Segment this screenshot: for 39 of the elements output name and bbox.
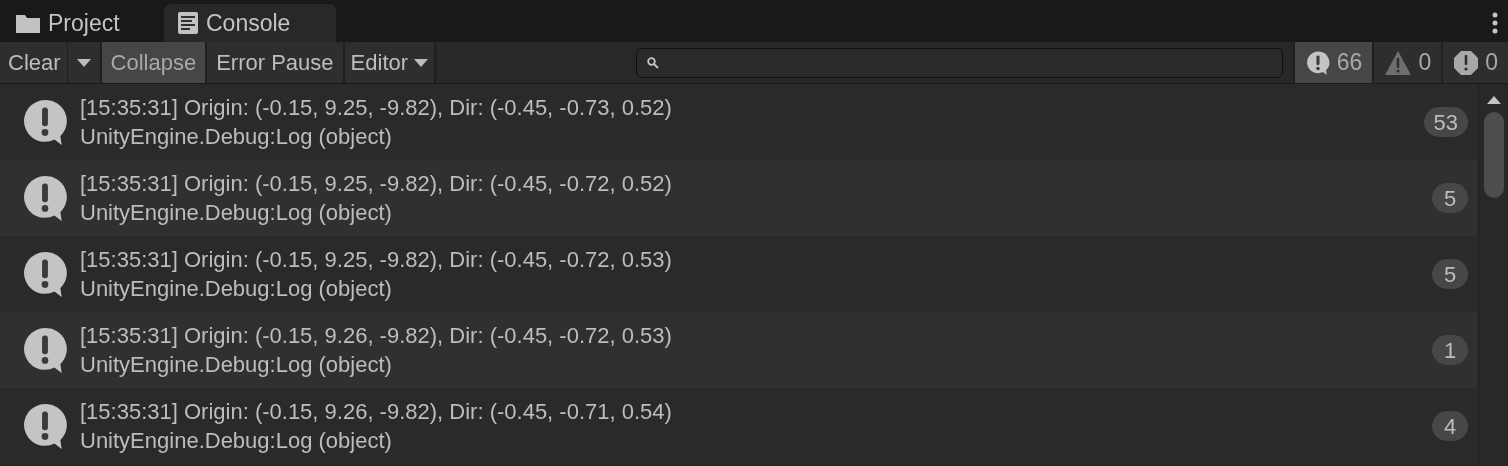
caret-icon — [76, 58, 91, 67]
toggle-button[interactable]: Error Pause — [207, 42, 345, 83]
count-badge: 5 — [1432, 259, 1468, 289]
search-field[interactable] — [636, 47, 1283, 78]
scrollbar-thumb[interactable] — [1483, 112, 1504, 198]
log-source: UnityEngine.Debug:Log (object) — [80, 275, 393, 303]
log-message: [15:35:31] Origin: (-0.15, 9.26, -9.82), Dir: (-0.45, -0.72, 0.53) — [80, 322, 673, 350]
info-icon — [1304, 49, 1331, 76]
count-badge: 5 — [1432, 183, 1468, 213]
log-message: [15:35:31] Origin: (-0.15, 9.25, -9.82), Dir: (-0.45, -0.73, 0.52) — [80, 94, 673, 122]
scroll-up-icon[interactable] — [1486, 96, 1501, 104]
log-message: [15:35:31] Origin: (-0.15, 9.25, -9.82), Dir: (-0.45, -0.72, 0.53) — [80, 246, 673, 274]
clear-button[interactable]: Clear — [0, 42, 68, 83]
warning-icon — [1384, 49, 1413, 76]
log-source: UnityEngine.Debug:Log (object) — [80, 351, 393, 379]
search-icon — [647, 56, 660, 69]
tab[interactable]: Console — [164, 4, 336, 42]
log-source: UnityEngine.Debug:Log (object) — [80, 427, 393, 455]
log-entry[interactable]: [15:35:31] Origin: (-0.15, 9.25, -9.82), Dir: (-0.45, -0.72, 0.52) UnityEngine.Debug:Log (object) 5 — [0, 160, 1478, 236]
log-source: UnityEngine.Debug:Log (object) — [80, 123, 393, 151]
log-entry[interactable]: [15:35:31] Origin: (-0.15, 9.26, -9.82), Dir: (-0.45, -0.72, 0.53) UnityEngine.Debug:Log (object) 1 — [0, 312, 1478, 388]
clear-options-dropdown[interactable] — [67, 42, 102, 83]
log-message: [15:35:31] Origin: (-0.15, 9.26, -9.82), Dir: (-0.45, -0.71, 0.54) — [80, 398, 673, 426]
count-badge: 4 — [1432, 411, 1468, 441]
editor-dropdown[interactable]: Editor — [344, 42, 437, 83]
count-badge: 1 — [1432, 335, 1468, 365]
count-badge: 53 — [1423, 107, 1468, 137]
error-icon — [1453, 49, 1480, 76]
filter-toggle[interactable]: 0 — [1372, 42, 1442, 83]
caret-icon — [414, 58, 429, 67]
tab[interactable]: Project — [2, 4, 164, 42]
folder-icon — [16, 13, 40, 33]
toggle-button[interactable]: Collapse — [101, 42, 208, 83]
filter-toggle[interactable]: 66 — [1292, 42, 1373, 83]
document-icon — [178, 12, 198, 34]
log-source: UnityEngine.Debug:Log (object) — [80, 199, 393, 227]
more-options-icon[interactable] — [1492, 12, 1498, 34]
filter-toggle[interactable]: 0 — [1441, 42, 1508, 83]
log-message: [15:35:31] Origin: (-0.15, 9.25, -9.82), Dir: (-0.45, -0.72, 0.52) — [80, 170, 673, 198]
